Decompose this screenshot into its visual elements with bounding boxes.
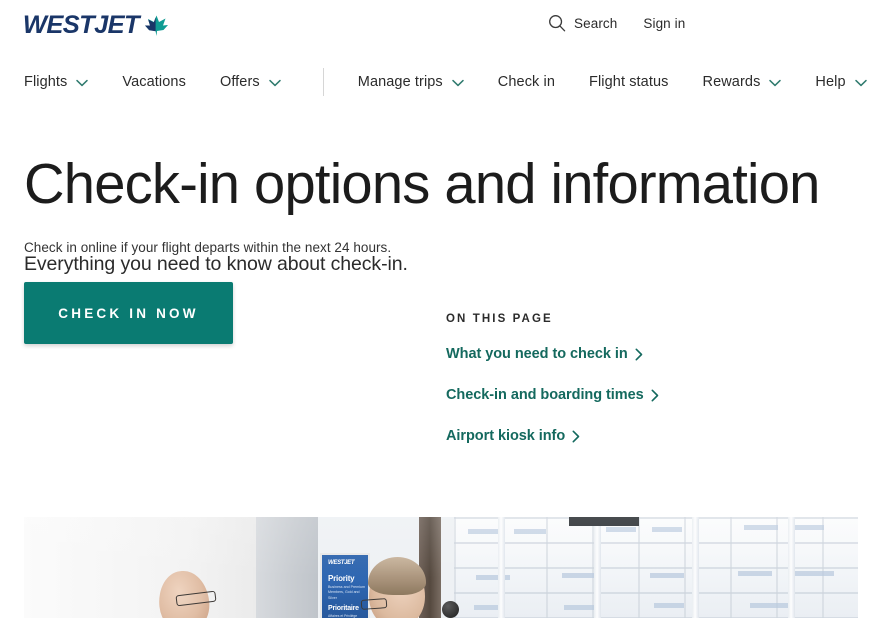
nav-label-rewards: Rewards [702, 74, 761, 90]
otp-link-label: What you need to check in [446, 346, 628, 362]
chevron-down-icon [452, 79, 464, 87]
nav-item-help[interactable]: Help [815, 74, 882, 90]
otp-link-label: Check-in and boarding times [446, 387, 644, 403]
nav-item-check-in[interactable]: Check in [498, 74, 571, 90]
nav-divider [322, 68, 324, 96]
sign-in-link[interactable]: Sign in [643, 16, 685, 31]
nav-item-manage-trips[interactable]: Manage trips [358, 74, 480, 90]
check-in-now-button[interactable]: CHECK IN NOW [24, 282, 233, 345]
nav-label-vacations: Vacations [122, 74, 186, 90]
search-label: Search [574, 15, 618, 31]
queue-post [442, 601, 459, 618]
sign-subtext-en: Business and Premium Members, Gold and S… [328, 585, 365, 600]
search-button[interactable]: Search [548, 14, 617, 32]
nav-item-vacations[interactable]: Vacations [122, 74, 202, 90]
main-navigation: Flights Vacations Offers Manage trips Ch… [24, 68, 883, 96]
nav-label-offers: Offers [219, 74, 260, 90]
list-item: What you need to check in [446, 345, 826, 363]
chevron-down-icon [854, 79, 867, 87]
on-this-page-list: What you need to check in Check-in and b… [446, 345, 826, 445]
traveller-two-glasses [360, 598, 388, 610]
logo-wordmark: WESTJET [22, 11, 140, 39]
on-this-page-nav: ON THIS PAGE What you need to check in C… [446, 313, 826, 445]
maple-leaf-icon [144, 15, 168, 36]
page-title: Check-in options and information [24, 152, 820, 216]
nav-item-flights[interactable]: Flights [24, 74, 104, 90]
chevron-right-icon [572, 430, 580, 443]
nav-label-flight-status: Flight status [589, 74, 669, 90]
nav-label-help: Help [815, 74, 846, 90]
interior-partition [256, 517, 318, 618]
sign-logo: WESTJET [328, 560, 355, 566]
chevron-down-icon [769, 79, 782, 87]
nav-item-offers[interactable]: Offers [220, 74, 297, 90]
nav-label-check-in: Check in [497, 74, 556, 90]
site-header: WESTJET Search Sign in Flights Vacations… [0, 0, 883, 110]
chevron-right-icon [635, 348, 642, 361]
westjet-checkin-page: WESTJET Search Sign in Flights Vacations… [0, 0, 883, 618]
chevron-down-icon [76, 79, 89, 87]
interior-wall [24, 517, 256, 618]
on-this-page-label: ON THIS PAGE [446, 313, 553, 325]
lead-text: Check in online if your flight departs w… [24, 240, 392, 255]
list-item: Airport kiosk info [446, 427, 826, 445]
westjet-logo[interactable]: WESTJET [22, 11, 169, 39]
otp-link-label: Airport kiosk info [446, 428, 566, 444]
sign-heading-en: Priority [328, 574, 355, 583]
otp-link-what-you-need[interactable]: What you need to check in [446, 346, 643, 362]
traveller-two-hair [368, 557, 426, 595]
checkin-cta-block: Check in online if your flight departs w… [24, 238, 424, 345]
chevron-right-icon [651, 389, 658, 402]
overhead-display [569, 517, 639, 526]
search-icon [549, 15, 566, 32]
utility-nav: Search Sign in [548, 14, 685, 32]
sign-heading-fr: Prioritaire [328, 605, 359, 612]
otp-link-airport-kiosk-info[interactable]: Airport kiosk info [446, 428, 580, 444]
hero-photo: WESTJET Priority Business and Premium Me… [24, 517, 858, 618]
nav-label-flights: Flights [24, 74, 68, 90]
list-item: Check-in and boarding times [446, 386, 826, 404]
otp-link-checkin-boarding-times[interactable]: Check-in and boarding times [446, 387, 659, 403]
nav-item-flight-status[interactable]: Flight status [589, 74, 684, 90]
sign-subtext-fr: Affaires et Privilège [328, 614, 358, 618]
nav-label-manage-trips: Manage trips [357, 74, 443, 90]
chevron-down-icon [269, 79, 281, 87]
nav-item-rewards[interactable]: Rewards [703, 74, 798, 90]
terminal-windows [454, 517, 858, 618]
